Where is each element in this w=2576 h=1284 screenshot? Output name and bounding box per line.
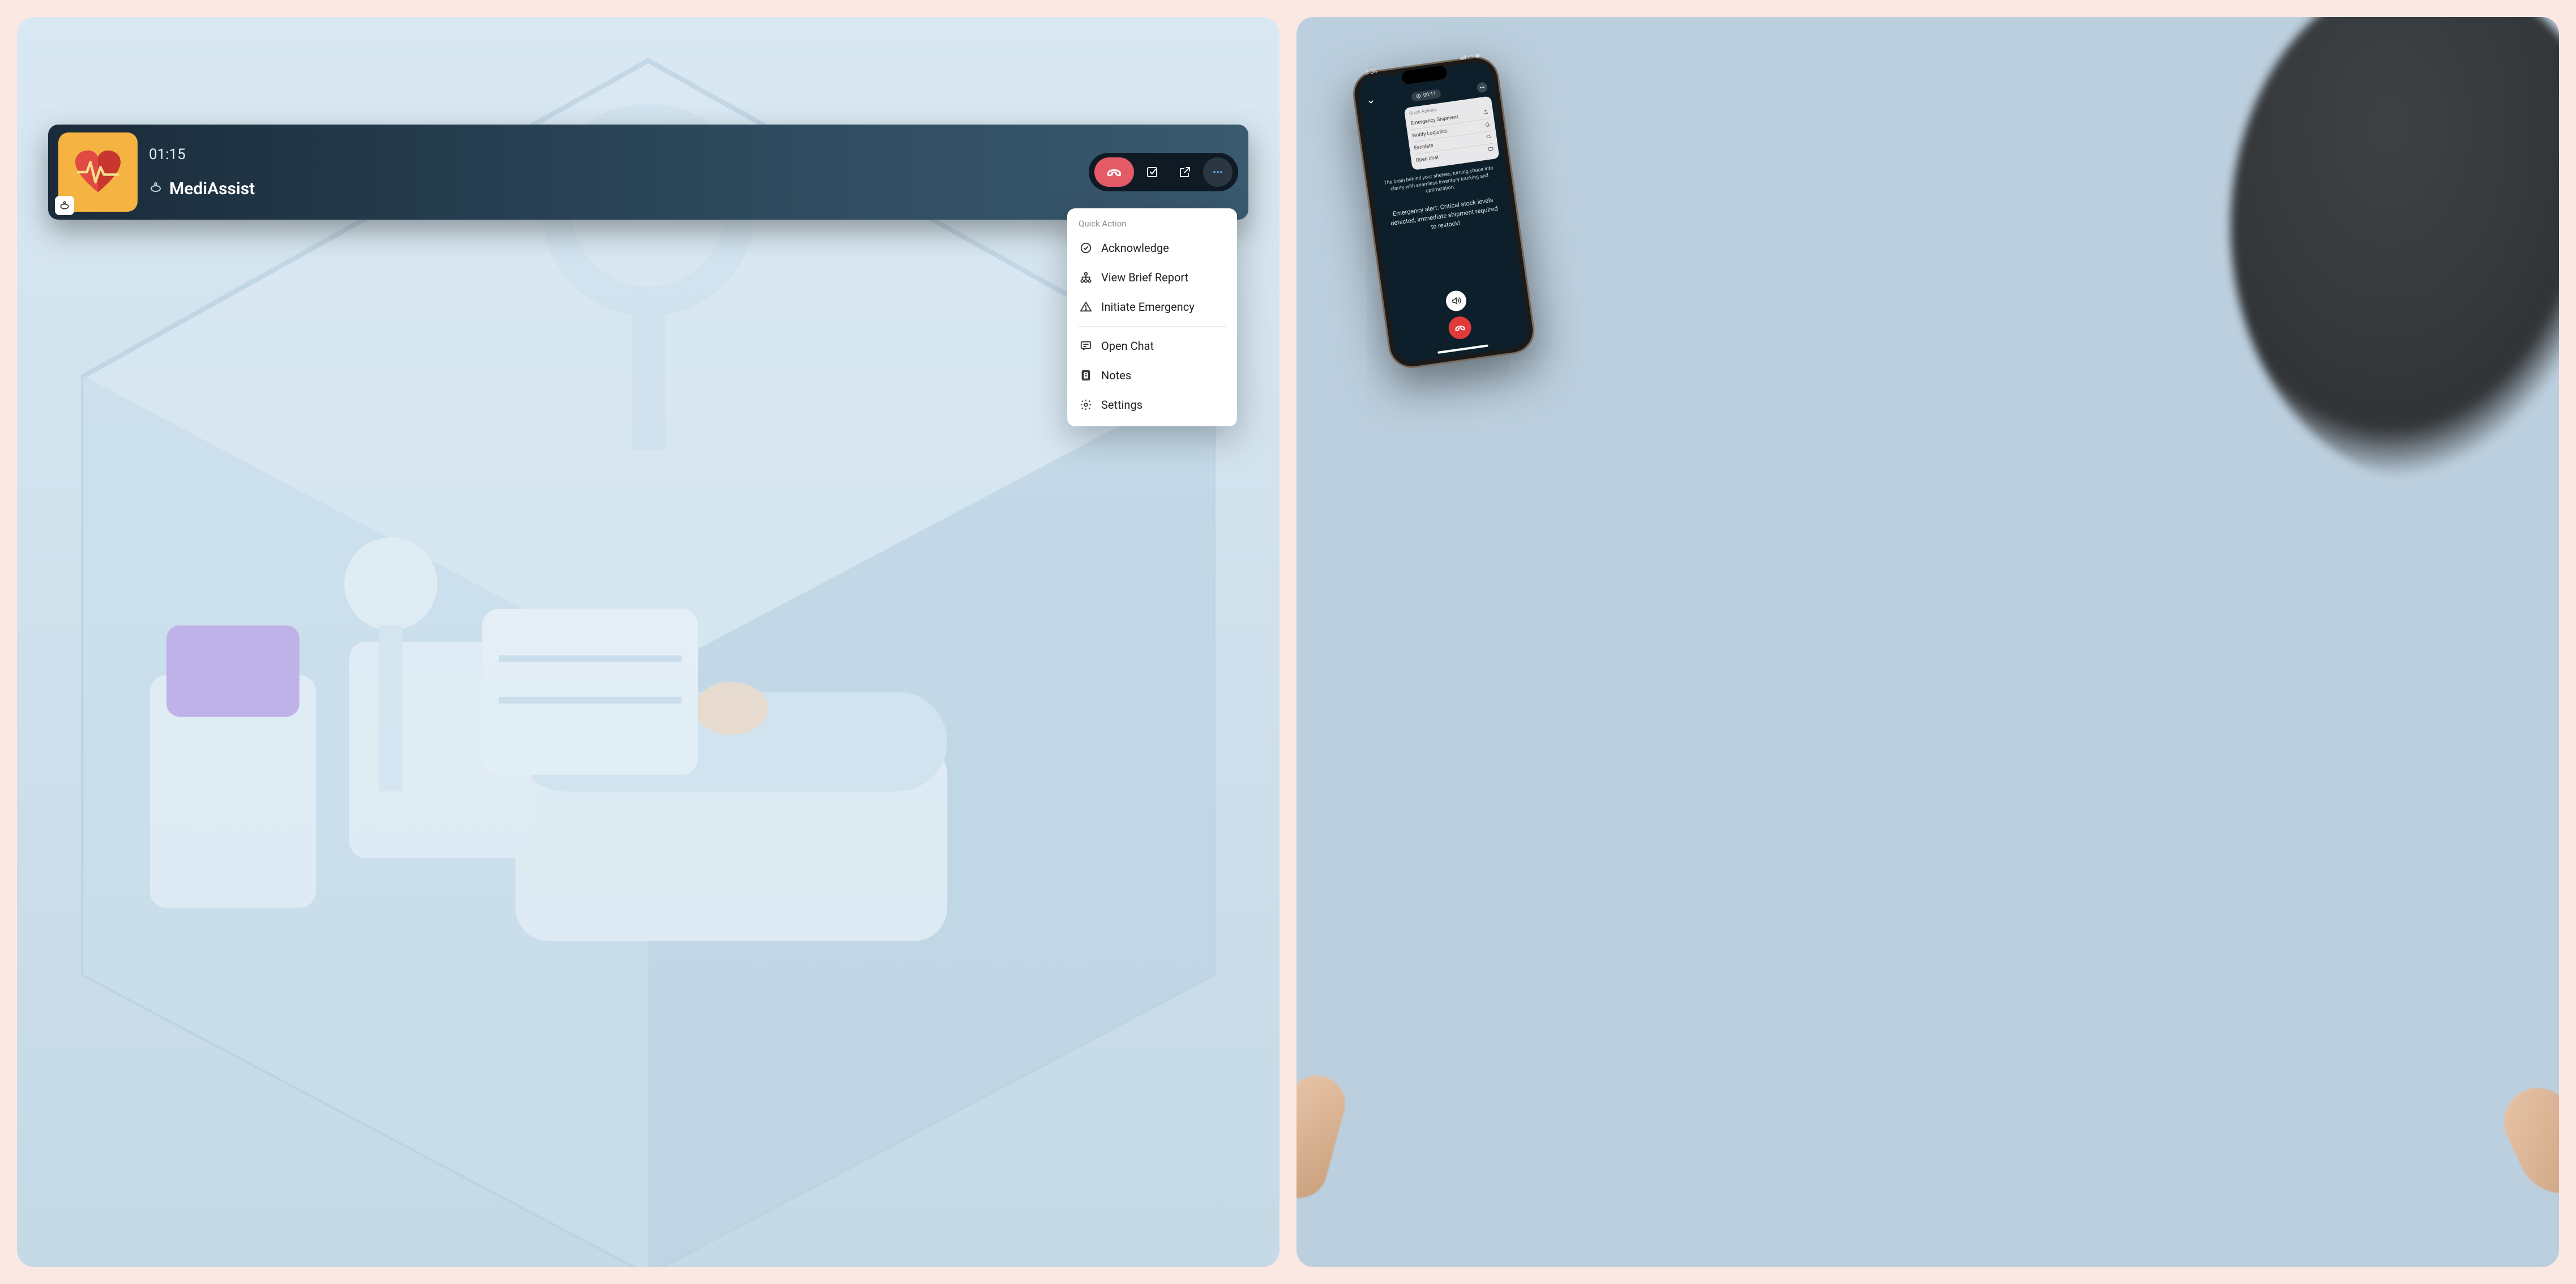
quick-action-title: Quick Action [1067, 219, 1237, 233]
notes-icon [1080, 369, 1092, 382]
qa-label: View Brief Report [1101, 271, 1188, 284]
chat-icon [1488, 146, 1495, 154]
phone-description: The brain behind your shelves, turning c… [1383, 165, 1496, 201]
call-timer: 01:15 [149, 146, 1077, 163]
phone-hangup-button[interactable] [1447, 315, 1473, 340]
popout-button[interactable] [1170, 157, 1200, 187]
check-circle-icon [1080, 242, 1092, 254]
hand-thumb [2493, 1077, 2559, 1208]
phone-quick-actions-menu: Quick Actions Emergency Shipment Notify … [1404, 96, 1500, 170]
qa-label: Initiate Emergency [1101, 300, 1195, 314]
call-actions-bar [1089, 153, 1238, 191]
chat-icon [1080, 340, 1092, 352]
chevron-down-icon[interactable] [1367, 97, 1376, 109]
bell-icon [1484, 121, 1491, 129]
menu-separator [1079, 326, 1226, 327]
more-button[interactable] [1203, 157, 1233, 187]
caller-name: MediAssist [169, 179, 255, 199]
note-button[interactable] [1137, 157, 1167, 187]
status-time: 3:54 [1364, 67, 1377, 76]
hangup-button[interactable] [1094, 157, 1134, 187]
right-panel: 3:54 00:11 Quick Actions Emergency Shipm… [1296, 17, 2559, 1267]
call-bar: 01:15 MediAssist [48, 125, 1248, 220]
cloud-icon [1486, 134, 1493, 142]
phone-mockup: 3:54 00:11 Quick Actions Emergency Shipm… [1350, 53, 1537, 371]
warning-icon [1080, 301, 1092, 313]
phone-home-indicator [1437, 344, 1488, 353]
left-panel: 01:15 MediAssist [17, 17, 1280, 1267]
phone-call-timer: 00:11 [1411, 88, 1441, 101]
bot-badge-icon [55, 196, 74, 215]
qa-view-report[interactable]: View Brief Report [1067, 263, 1237, 292]
qa-label: Open Chat [1101, 339, 1154, 353]
qa-notes[interactable]: Notes [1067, 361, 1237, 390]
caller-avatar [58, 132, 138, 212]
person-silhouette [2231, 17, 2559, 481]
status-icons [1460, 53, 1481, 63]
call-widget: 01:15 MediAssist [48, 125, 1248, 220]
heart-ecg-icon [72, 149, 123, 195]
qa-settings[interactable]: Settings [1067, 390, 1237, 420]
phone-alert-text: Emergency alert: Critical stock levels d… [1387, 195, 1502, 238]
more-icon[interactable] [1477, 82, 1488, 93]
qa-label: Notes [1101, 369, 1131, 382]
bot-icon [149, 181, 162, 196]
speaker-button[interactable] [1445, 289, 1468, 313]
gear-icon [1080, 399, 1092, 411]
quick-action-menu: Quick Action Acknowledge View Brief Repo… [1067, 208, 1237, 426]
qa-open-chat[interactable]: Open Chat [1067, 331, 1237, 361]
share-icon [1482, 109, 1489, 117]
qa-acknowledge[interactable]: Acknowledge [1067, 233, 1237, 263]
qa-label: Settings [1101, 398, 1142, 412]
hierarchy-icon [1080, 271, 1092, 284]
qa-label: Acknowledge [1101, 241, 1169, 255]
hand-fingers [1296, 1069, 1351, 1204]
qa-emergency[interactable]: Initiate Emergency [1067, 292, 1237, 322]
